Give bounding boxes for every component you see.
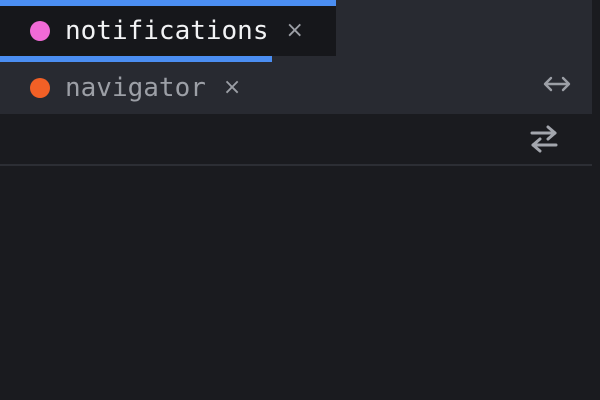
expand-horizontal-icon[interactable] — [542, 72, 572, 96]
app-window: notifications × navigator × — [0, 0, 600, 400]
tab-label: notifications — [65, 16, 269, 46]
close-icon[interactable]: × — [286, 20, 304, 42]
tab-navigator[interactable]: navigator × — [0, 56, 272, 114]
toolbar — [0, 114, 592, 166]
swap-arrows-icon[interactable] — [528, 124, 560, 154]
tab-label: navigator — [65, 73, 206, 103]
tab-strip: notifications × navigator × — [0, 0, 592, 114]
status-dot-icon — [30, 21, 50, 41]
content-area — [0, 166, 600, 400]
status-dot-icon — [30, 78, 50, 98]
tab-notifications[interactable]: notifications × — [0, 0, 336, 56]
close-icon[interactable]: × — [223, 77, 241, 99]
